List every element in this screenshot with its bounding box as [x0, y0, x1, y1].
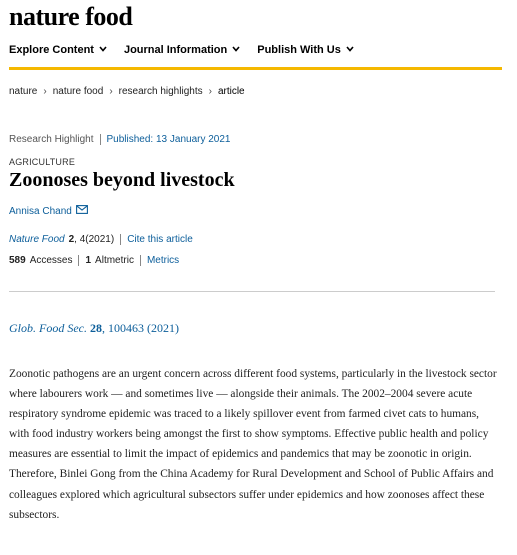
nav-accent-rule: [9, 67, 502, 70]
article-body: Zoonotic pathogens are an urgent concern…: [9, 368, 497, 521]
chevron-right-icon: ›: [208, 86, 212, 97]
nav-journal-information-label: Journal Information: [123, 44, 228, 56]
reference-volume: 28: [89, 321, 102, 335]
article-title: Zoonoses beyond livestock: [9, 169, 235, 191]
article-meta: Research Highlight Published: 13 January…: [9, 134, 230, 145]
cite-this-article-link[interactable]: Cite this article: [127, 234, 193, 245]
nav-publish-with-us-label: Publish With Us: [257, 44, 341, 56]
chevron-down-icon: [99, 44, 107, 54]
divider: [120, 234, 122, 245]
author-line: Annisa Chand: [9, 205, 88, 217]
chevron-right-icon: ›: [43, 86, 47, 97]
chevron-down-icon: [232, 44, 240, 54]
breadcrumb: nature › nature food › research highligh…: [9, 86, 245, 97]
nav-explore-content[interactable]: Explore Content: [9, 44, 107, 56]
reference-link[interactable]: Glob. Food Sec. 28, 100463 (2021): [9, 321, 179, 336]
main-nav: Explore Content Journal Information Publ…: [9, 44, 371, 56]
breadcrumb-nature[interactable]: nature: [9, 86, 37, 97]
reference-rest: , 100463 (2021): [101, 321, 179, 335]
section-divider: [9, 291, 495, 292]
altmetric-count: 1: [85, 255, 92, 266]
nav-publish-with-us[interactable]: Publish With Us: [257, 44, 354, 56]
breadcrumb-nature-food[interactable]: nature food: [53, 86, 104, 97]
divider: [99, 134, 101, 145]
subject-label: AGRICULTURE: [9, 157, 76, 167]
metrics-line: 589 Accesses 1 Altmetric Metrics: [9, 255, 179, 266]
envelope-icon[interactable]: [75, 205, 88, 217]
reference-journal: Glob. Food Sec.: [9, 321, 87, 335]
published-date: Published: 13 January 2021: [106, 134, 231, 145]
breadcrumb-research-highlights[interactable]: research highlights: [119, 86, 203, 97]
chevron-right-icon: ›: [109, 86, 113, 97]
accesses-label: Accesses: [29, 255, 73, 266]
journal-name-link[interactable]: Nature Food: [9, 234, 65, 245]
author-link[interactable]: Annisa Chand: [9, 206, 72, 217]
accesses-count: 589: [9, 255, 26, 266]
nav-explore-content-label: Explore Content: [9, 44, 94, 56]
chevron-down-icon: [346, 44, 354, 54]
altmetric-label: Altmetric: [95, 255, 134, 266]
journal-issue: , 4(2021): [74, 234, 115, 245]
nav-journal-information[interactable]: Journal Information: [124, 44, 240, 56]
metrics-link[interactable]: Metrics: [147, 255, 179, 266]
divider: [139, 255, 141, 266]
site-logo[interactable]: nature food: [9, 2, 133, 32]
article-type: Research Highlight: [9, 134, 94, 145]
citation-line: Nature Food 2 , 4(2021) Cite this articl…: [9, 234, 193, 245]
divider: [78, 255, 80, 266]
breadcrumb-current: article: [217, 86, 245, 97]
